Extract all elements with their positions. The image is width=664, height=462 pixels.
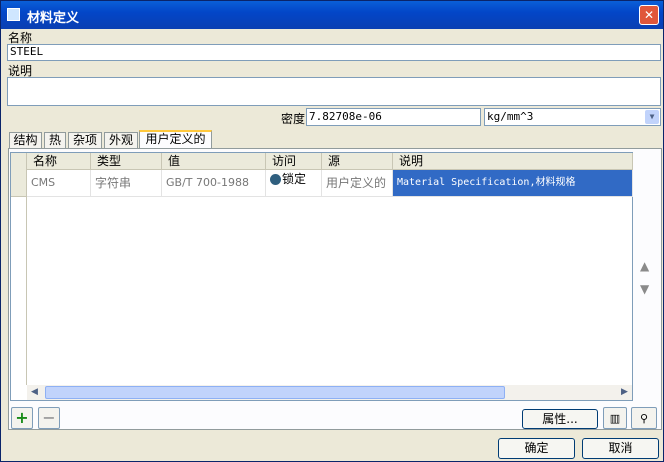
col-header-type[interactable]: 类型 [91,153,162,170]
lock-icon [270,174,281,185]
horizontal-scrollbar[interactable]: ◀ ▶ [27,385,632,400]
tab-misc[interactable]: 杂项 [68,132,102,149]
app-icon [7,8,20,21]
ok-button[interactable]: 确定 [498,438,575,459]
minus-icon: − [42,408,56,427]
material-definition-dialog: 材料定义 ✕ 名称 STEEL 说明 密度 7.82708e-06 kg/mm^… [0,0,664,462]
density-label: 密度 [281,112,306,126]
row-header-empty [11,197,27,385]
cell-access[interactable]: 锁定 [266,170,322,197]
tab-user-defined[interactable]: 用户定义的 [139,130,212,150]
corner-header [11,153,27,170]
tab-structure[interactable]: 结构 [9,132,42,149]
window-title: 材料定义 [27,11,80,26]
col-header-access[interactable]: 访问 [266,153,322,170]
binoculars-icon: ⚲ [639,412,649,425]
density-field[interactable]: 7.82708e-06 [306,108,481,126]
move-down-icon[interactable]: ▼ [640,282,649,296]
remove-row-button[interactable]: − [38,407,60,429]
columns-icon: ▥ [609,412,621,425]
description-field[interactable] [7,77,661,106]
close-button[interactable]: ✕ [639,5,659,25]
close-icon: ✕ [643,8,655,22]
col-header-name[interactable]: 名称 [27,153,91,170]
density-unit-value: kg/mm^3 [487,110,534,123]
row-header[interactable] [11,170,27,197]
plus-icon: + [15,408,29,427]
scroll-right-icon[interactable]: ▶ [617,385,632,400]
scrollbar-thumb[interactable] [45,386,505,399]
parameter-table: 名称 类型 值 访问 源 说明 CMS 字符串 GB/T 700-1988 锁定… [10,152,633,401]
add-row-button[interactable]: + [11,407,33,429]
title-bar[interactable]: 材料定义 ✕ [1,1,663,29]
col-header-description[interactable]: 说明 [393,153,633,170]
name-field[interactable]: STEEL [7,44,661,61]
tab-appearance[interactable]: 外观 [104,132,138,149]
tab-thermal[interactable]: 热 [44,132,66,149]
cancel-button[interactable]: 取消 [582,438,659,459]
properties-button[interactable]: 属性... [522,409,598,429]
scroll-left-icon[interactable]: ◀ [27,385,42,400]
find-button[interactable]: ⚲ [631,407,657,429]
cell-name[interactable]: CMS [27,170,91,197]
cell-value[interactable]: GB/T 700-1988 [162,170,266,197]
cell-access-text: 锁定 [282,172,307,186]
col-header-source[interactable]: 源 [322,153,393,170]
chevron-down-icon[interactable]: ▼ [645,110,659,124]
cell-source[interactable]: 用户定义的 [322,170,393,197]
cell-description[interactable]: Material Specification,材料规格 [393,170,633,197]
columns-button[interactable]: ▥ [603,407,627,429]
cell-type[interactable]: 字符串 [91,170,162,197]
col-header-value[interactable]: 值 [162,153,266,170]
move-up-icon[interactable]: ▲ [640,259,649,273]
density-unit-select[interactable]: kg/mm^3 ▼ [484,108,661,126]
